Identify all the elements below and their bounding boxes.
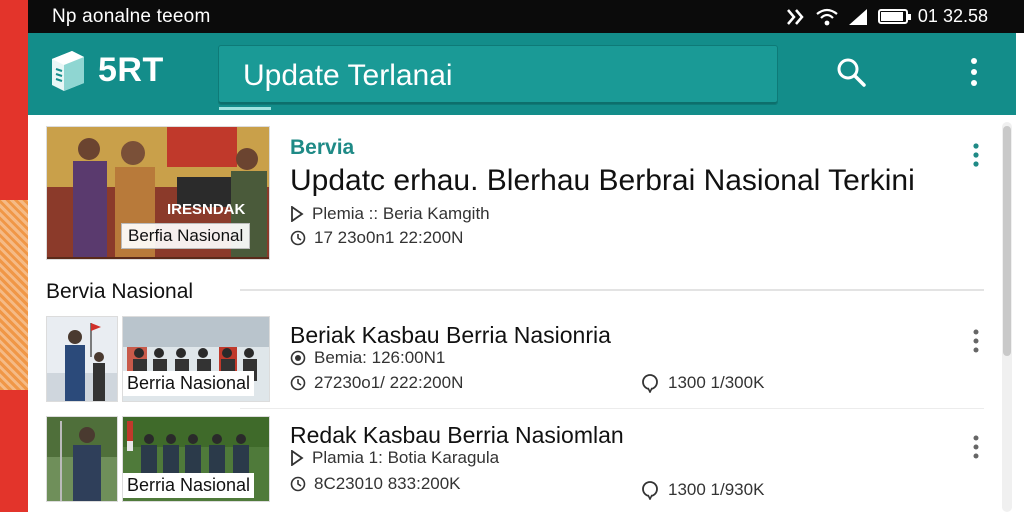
article-views: 1300 1/300K [668,373,765,392]
article-title[interactable]: Redak Kasbau Berria Nasiomlan [290,422,624,449]
clock-icon [290,476,306,492]
featured-time-row: 17 23o0n1 22:200N [290,228,463,248]
article-thumb-large[interactable]: Berria Nasional [122,316,270,402]
logo-book-icon [52,51,84,91]
article-photo [47,317,117,401]
article-title[interactable]: Beriak Kasbau Berria Nasionria [290,322,611,349]
battery-icon [877,9,911,24]
search-icon[interactable] [834,55,868,89]
app-bar: 5RT Update Terlanai [28,33,1016,115]
comment-icon [642,374,658,393]
status-icons: 01 32.58 [786,6,988,27]
brand[interactable]: 5RT [48,47,164,93]
title-field[interactable]: Update Terlanai [218,45,778,110]
featured-title[interactable]: Updatc erhau. Blerhau Berbrai Nasional T… [290,164,915,198]
section-divider [240,289,984,291]
article-time-row: 8C23010 833:200K [290,474,461,494]
article-author-row: Bemia: 126:00N1 [290,348,445,368]
article-author-row: Plamia 1: Botia Karagula [290,448,499,468]
clock-icon [290,230,306,246]
status-carrier-text: Np aonalne teeom [52,5,211,27]
section-title: Bervia Nasional [46,280,194,303]
status-bar: Np aonalne teeom 01 32.58 [28,0,1024,33]
row-divider [240,408,984,409]
article-thumb-small[interactable] [46,316,118,402]
left-decorative-strip [0,0,28,512]
article-more-icon[interactable] [970,434,982,460]
list-item[interactable]: Berria Nasional Beriak Kasbau Berria Nas… [46,316,986,404]
brand-name: 5RT [98,50,164,89]
featured-author-row: Plemia :: Beria Kamgith [290,204,490,224]
wifi-icon [816,8,838,25]
article-image-label: Berria Nasional [123,473,255,498]
article-author: Bemia: 126:00N1 [314,348,446,367]
article-views-row: 1300 1/930K [640,480,764,500]
more-vert-icon[interactable] [966,55,982,89]
article-views: 1300 1/930K [668,480,765,499]
clock-icon [290,375,306,391]
article-more-icon[interactable] [970,328,982,354]
article-thumb-large[interactable]: Berria Nasional [122,416,270,502]
signal-icon [848,8,867,25]
featured-article[interactable]: IRESNDAK Berfia Nasional Bervia Updatc e… [46,126,986,262]
featured-time: 17 23o0n1 22:200N [314,228,464,247]
scrollbar[interactable] [1002,122,1012,512]
strip-pattern [0,200,28,390]
nfc-icon [786,8,804,25]
title-underline [219,107,271,110]
scrollbar-thumb[interactable] [1003,126,1011,356]
author-icon [291,206,304,222]
page-title: Update Terlanai [243,59,453,92]
featured-author: Plemia :: Beria Kamgith [312,204,490,223]
list-item[interactable]: Berria Nasional Redak Kasbau Berria Nasi… [46,416,986,504]
featured-image-banner: IRESNDAK [167,201,246,218]
article-time: 8C23010 833:200K [314,474,461,493]
featured-image-label: Berfia Nasional [121,223,251,249]
featured-image[interactable]: IRESNDAK Berfia Nasional [46,126,270,260]
article-image-label: Berria Nasional [123,371,255,396]
featured-more-icon[interactable] [970,142,982,168]
article-photo [47,417,117,501]
author-icon [291,450,304,466]
featured-category[interactable]: Bervia [290,136,354,160]
article-time: 27230o1/ 222:200N [314,373,464,392]
article-time-row: 27230o1/ 222:200N [290,373,463,393]
article-thumb-small[interactable] [46,416,118,502]
comment-icon [642,481,658,500]
record-icon [290,350,306,366]
article-author: Plamia 1: Botia Karagula [312,448,500,467]
status-time: 01 32.58 [917,6,988,26]
article-views-row: 1300 1/300K [640,373,764,393]
